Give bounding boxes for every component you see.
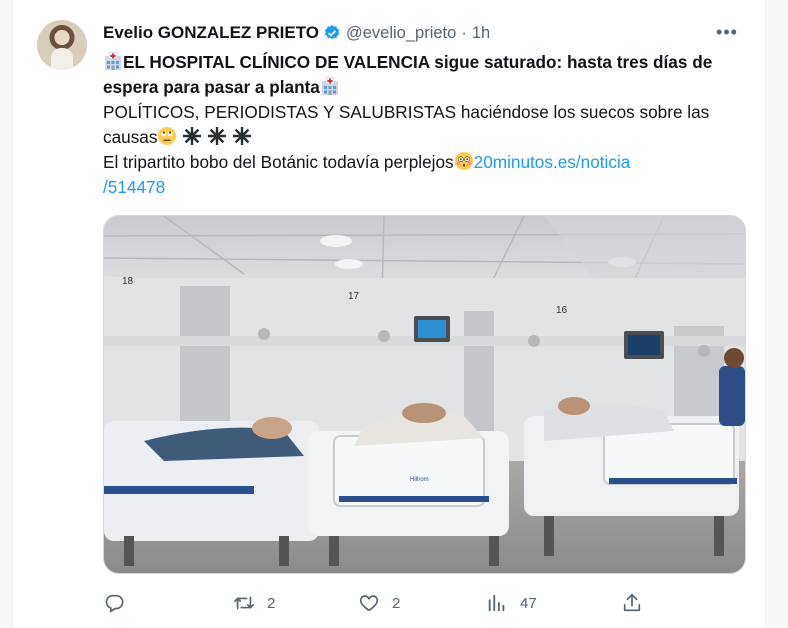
tweet-actions: 2 2 47 [103,588,643,618]
eight-pointed-star-emoji [183,127,202,145]
retweet-button[interactable]: 2 [233,588,275,618]
views-chart-icon [488,594,505,612]
bed-number-17: 17 [348,291,360,302]
tweet-header: Evelio GONZALEZ PRIETO @evelio_prieto · … [103,22,490,44]
tweet-time[interactable]: 1h [472,24,490,43]
hospital-emoji [105,51,121,70]
eight-pointed-star-emoji [232,127,251,145]
separator-dot: · [461,23,467,42]
share-icon [623,593,641,612]
article-link-continued[interactable]: /514478 [103,177,165,197]
like-button[interactable]: 2 [358,588,400,618]
retweet-icon [234,596,254,610]
bed-brand-label: Hillrom [410,477,429,483]
bed-number-16: 16 [556,305,568,316]
hospital-emoji [321,76,338,95]
retweet-count: 2 [267,594,276,612]
eight-pointed-star-emoji [208,127,227,145]
flushed-face-emoji [454,152,473,170]
tweet-photo[interactable]: 18 17 16 Hillrom [103,215,746,574]
heart-icon [359,595,379,612]
face-with-rolling-eyes-emoji [158,127,177,145]
avatar[interactable] [37,20,87,70]
hospital-ward-photo: 18 17 16 Hillrom [104,216,745,573]
reply-button[interactable] [103,588,137,618]
like-count: 2 [392,594,401,612]
article-link[interactable]: 20minutos.es/noticia [474,152,631,172]
views-count: 47 [520,594,537,612]
more-options-button[interactable]: ••• [713,22,741,44]
author-name[interactable]: Evelio GONZALEZ PRIETO [103,23,319,43]
reply-icon [105,594,124,613]
author-handle[interactable]: @evelio_prieto [346,24,456,43]
tweet-text: EL HOSPITAL CLÍNICO DE VALENCIA sigue sa… [103,50,743,200]
tweet-card[interactable]: Evelio GONZALEZ PRIETO @evelio_prieto · … [12,0,766,628]
verified-badge-icon [324,25,340,40]
third-line-text: El tripartito bobo del Botánic todavía p… [103,152,454,172]
views-button[interactable]: 47 [486,588,537,618]
share-button[interactable] [621,588,643,618]
headline-text: EL HOSPITAL CLÍNICO DE VALENCIA sigue sa… [103,52,713,97]
bed-number-18: 18 [122,276,134,287]
